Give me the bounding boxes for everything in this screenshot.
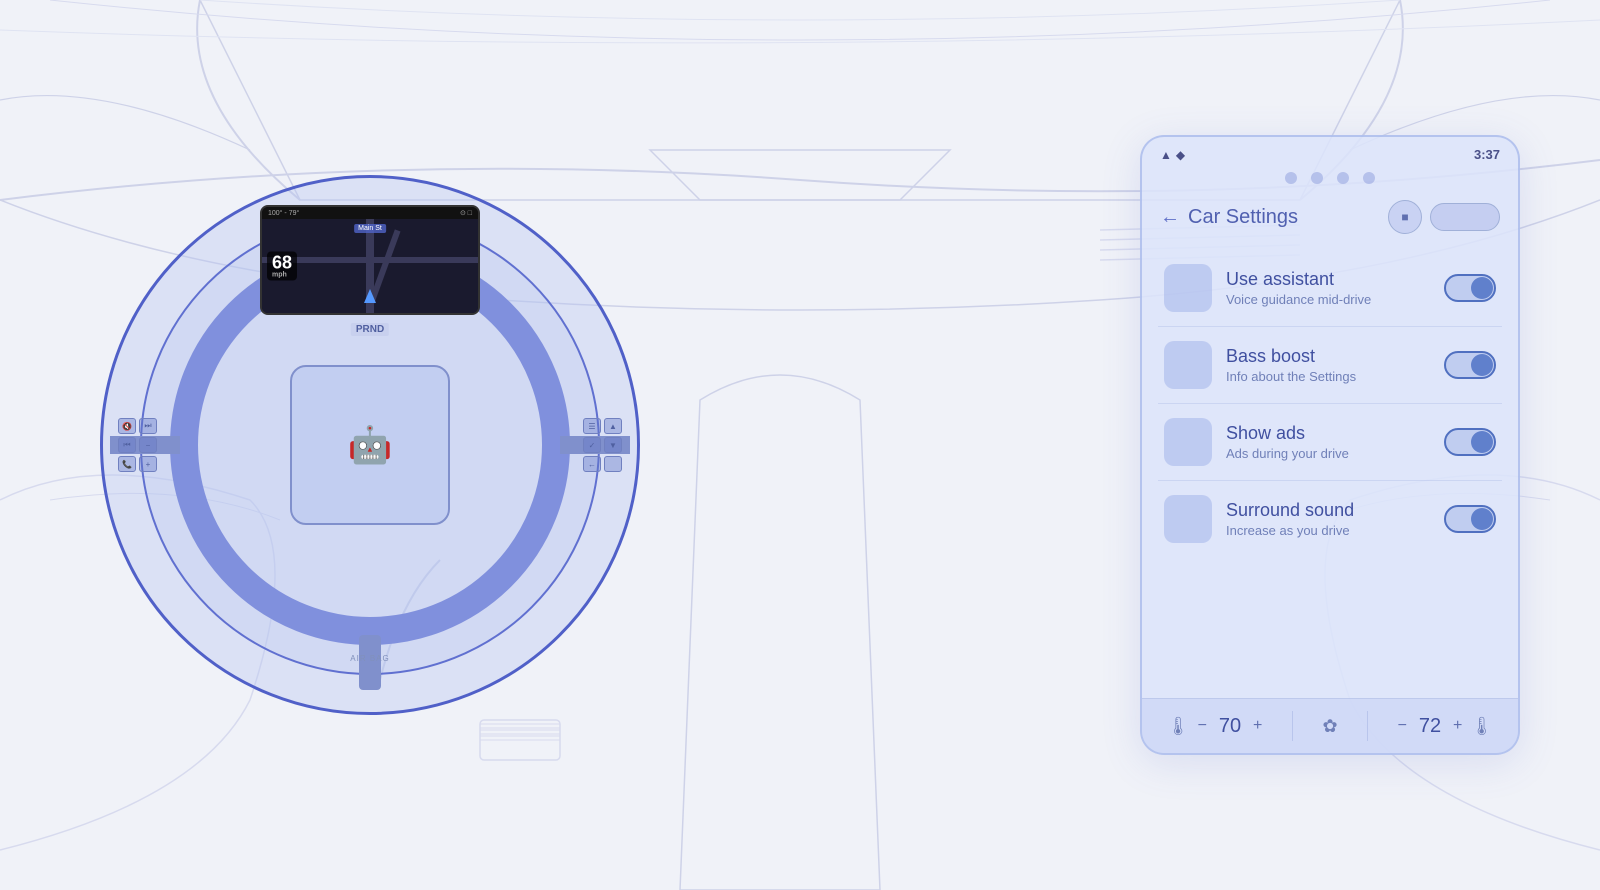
toggle-surround-sound[interactable] <box>1444 505 1496 533</box>
wheel-hub: 🤖 <box>290 365 450 525</box>
ctrl-up[interactable]: ▲ <box>604 418 622 434</box>
stop-button[interactable]: ■ <box>1388 200 1422 234</box>
setting-text-surround-sound: Surround sound Increase as you drive <box>1226 500 1430 538</box>
toggle-knob-use-assistant <box>1471 277 1493 299</box>
airbag-label: AIR BAG <box>350 654 389 663</box>
setting-item-bass-boost: Bass boost Info about the Settings <box>1158 327 1502 404</box>
phone-map-area: Main St 68 mph <box>262 219 478 313</box>
android-logo-icon: 🤖 <box>348 424 393 466</box>
toggle-bass-boost[interactable] <box>1444 351 1496 379</box>
climate-divider-left <box>1292 711 1293 741</box>
toggle-knob-show-ads <box>1471 431 1493 453</box>
climate-right-minus[interactable]: − <box>1398 717 1407 735</box>
wheel-controls-left: 🔇 ⏭ ⏮ − 📞 + <box>118 418 157 472</box>
speed-value: 68 <box>272 253 292 273</box>
setting-icon-show-ads <box>1164 418 1212 466</box>
phone-top-info: 100° - 79° <box>268 210 299 217</box>
climate-center: ✿ <box>1322 716 1337 737</box>
setting-icon-use-assistant <box>1164 264 1212 312</box>
climate-left: 🌡 − 70 + <box>1167 715 1263 738</box>
setting-subtitle-bass-boost: Info about the Settings <box>1226 369 1430 384</box>
header-actions: ■ <box>1388 200 1500 234</box>
ctrl-mute[interactable]: 🔇 <box>118 418 136 434</box>
setting-item-show-ads: Show ads Ads during your drive <box>1158 404 1502 481</box>
back-arrow-icon: ← <box>1160 206 1180 229</box>
header-title: Car Settings <box>1188 206 1298 229</box>
phone-top-bar: 100° - 79° ⊙ □ <box>262 207 478 219</box>
climate-left-plus[interactable]: + <box>1253 717 1262 735</box>
stop-icon: ■ <box>1401 210 1408 224</box>
seat-heat-right-icon: 🌡 <box>1470 716 1493 737</box>
climate-divider-right <box>1367 711 1368 741</box>
setting-item-surround-sound: Surround sound Increase as you drive <box>1158 481 1502 557</box>
toggle-show-ads[interactable] <box>1444 428 1496 456</box>
ctrl-menu[interactable]: ☰ <box>583 418 601 434</box>
setting-subtitle-surround-sound: Increase as you drive <box>1226 523 1430 538</box>
toggle-knob-bass-boost <box>1471 354 1493 376</box>
toggle-knob-surround-sound <box>1471 508 1493 530</box>
setting-text-use-assistant: Use assistant Voice guidance mid-drive <box>1226 269 1430 307</box>
notif-dot-2 <box>1311 172 1323 184</box>
street-label: Main St <box>354 224 386 233</box>
setting-subtitle-use-assistant: Voice guidance mid-drive <box>1226 292 1430 307</box>
speed-display: 68 mph <box>267 252 297 281</box>
settings-list: Use assistant Voice guidance mid-drive B… <box>1142 246 1518 698</box>
settings-header: ← Car Settings ■ <box>1142 192 1518 246</box>
ctrl-prev[interactable]: ⏮ <box>118 437 136 453</box>
toggle-use-assistant[interactable] <box>1444 274 1496 302</box>
setting-icon-surround-sound <box>1164 495 1212 543</box>
climate-bar: 🌡 − 70 + ✿ − 72 + 🌡 <box>1142 698 1518 753</box>
notif-dot-3 <box>1337 172 1349 184</box>
phone-top-icons: ⊙ □ <box>460 209 472 217</box>
climate-right-value: 72 <box>1415 715 1445 738</box>
ctrl-down[interactable]: ▼ <box>604 437 622 453</box>
setting-item-use-assistant: Use assistant Voice guidance mid-drive <box>1158 250 1502 327</box>
setting-subtitle-show-ads: Ads during your drive <box>1226 446 1430 461</box>
notification-dots <box>1142 168 1518 192</box>
notif-dot-4 <box>1363 172 1375 184</box>
setting-title-bass-boost: Bass boost <box>1226 346 1430 367</box>
climate-left-value: 70 <box>1215 715 1245 738</box>
phone-status-bar: ▲ ◆ 3:37 <box>1142 137 1518 168</box>
setting-text-show-ads: Show ads Ads during your drive <box>1226 423 1430 461</box>
setting-title-surround-sound: Surround sound <box>1226 500 1430 521</box>
setting-title-show-ads: Show ads <box>1226 423 1430 444</box>
ctrl-vol-up[interactable]: + <box>139 456 157 472</box>
setting-text-bass-boost: Bass boost Info about the Settings <box>1226 346 1430 384</box>
status-time: 3:37 <box>1474 147 1500 162</box>
map-arrow-icon <box>364 289 376 303</box>
prnd-display: PRND <box>351 323 389 336</box>
settings-panel: ▲ ◆ 3:37 ← Car Settings ■ <box>1140 135 1520 755</box>
wifi-icon: ◆ <box>1176 148 1185 162</box>
setting-icon-bass-boost <box>1164 341 1212 389</box>
wheel-controls-right: ☰ ▲ ✓ ▼ ← <box>583 418 622 472</box>
climate-right-plus[interactable]: + <box>1453 717 1462 735</box>
ctrl-empty <box>604 456 622 472</box>
ctrl-check[interactable]: ✓ <box>583 437 601 453</box>
fan-icon: ✿ <box>1322 716 1337 737</box>
climate-right: − 72 + 🌡 <box>1398 715 1494 738</box>
seat-heat-left-icon: 🌡 <box>1167 716 1190 737</box>
back-button[interactable]: ← Car Settings <box>1160 206 1298 229</box>
setting-title-use-assistant: Use assistant <box>1226 269 1430 290</box>
ctrl-phone[interactable]: 📞 <box>118 456 136 472</box>
more-button[interactable] <box>1430 203 1500 231</box>
signal-icon: ▲ <box>1160 148 1172 162</box>
notif-dot-1 <box>1285 172 1297 184</box>
phone-mount: 100° - 79° ⊙ □ Main St 68 mph <box>260 205 480 315</box>
speed-unit: mph <box>272 272 292 279</box>
steering-wheel-section: 100° - 79° ⊙ □ Main St 68 mph PRND <box>80 155 660 735</box>
phone-screen: 100° - 79° ⊙ □ Main St 68 mph <box>260 205 480 315</box>
ctrl-skip[interactable]: ⏭ <box>139 418 157 434</box>
status-icons-left: ▲ ◆ <box>1160 148 1185 162</box>
ctrl-vol-down[interactable]: − <box>139 437 157 453</box>
ctrl-back[interactable]: ← <box>583 456 601 472</box>
climate-left-minus[interactable]: − <box>1198 717 1207 735</box>
